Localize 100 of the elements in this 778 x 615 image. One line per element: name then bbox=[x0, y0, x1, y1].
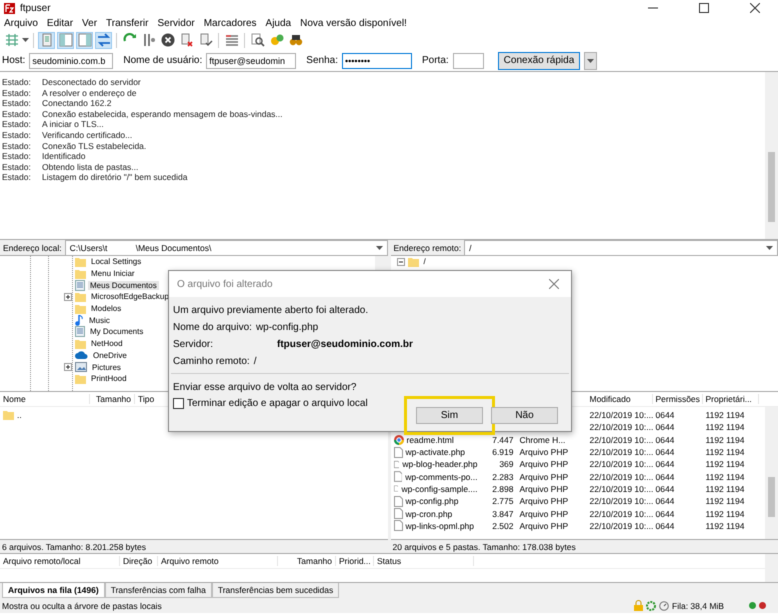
address-field[interactable]: C:\Users\t \Meus Documentos\ bbox=[64, 240, 388, 256]
maximize-icon[interactable] bbox=[699, 3, 709, 13]
menu-item[interactable]: Servidor bbox=[157, 18, 195, 28]
close-icon[interactable] bbox=[750, 3, 760, 13]
tree-item[interactable]: Modelos bbox=[89, 304, 124, 314]
tree-item[interactable]: PrintHood bbox=[89, 374, 129, 384]
file-size: 6.919 bbox=[492, 447, 514, 458]
host-field[interactable]: seudominio.com.b bbox=[29, 52, 114, 68]
file-type: Arquivo PHP bbox=[520, 496, 568, 506]
status-text: 20 arquivos e 5 pastas. Tamanho: 178.038 bytes bbox=[390, 539, 778, 553]
menu-item[interactable]: Nova versão disponível! bbox=[300, 18, 407, 28]
permissions: 0644 bbox=[656, 496, 674, 506]
disconnect-icon[interactable] bbox=[180, 33, 194, 47]
log-label: Estado: bbox=[2, 162, 32, 172]
tree-item[interactable]: / bbox=[422, 257, 428, 266]
dropdown-button[interactable] bbox=[584, 52, 598, 70]
search-icon[interactable] bbox=[250, 33, 264, 47]
menu-item[interactable]: Ajuda bbox=[266, 18, 292, 28]
owner: 1192 1194 bbox=[706, 447, 744, 458]
scrollbar[interactable] bbox=[765, 407, 778, 539]
owner: 1192 1194 bbox=[706, 459, 744, 470]
transfer-queue-icon[interactable] bbox=[96, 33, 110, 47]
tree-item[interactable]: My Documents bbox=[88, 327, 146, 336]
tree-item[interactable]: OneDrive bbox=[91, 350, 129, 360]
tab[interactable]: Transferências bem sucedidas bbox=[212, 583, 340, 598]
log-label: Estado: bbox=[2, 130, 32, 141]
cancel-icon[interactable] bbox=[160, 33, 174, 47]
tab[interactable]: Arquivos na fila (1496) bbox=[2, 583, 105, 598]
menu-item[interactable]: Transferir bbox=[106, 18, 148, 28]
log-label: Estado: bbox=[2, 151, 32, 162]
file-type: Arquivo PHP bbox=[520, 459, 568, 470]
expand-icon[interactable] bbox=[64, 292, 72, 301]
field-label: Caminho remoto: bbox=[173, 356, 250, 367]
dialog-button[interactable]: Sim bbox=[416, 407, 483, 424]
tree-item[interactable]: NetHood bbox=[89, 339, 125, 348]
dropdown-arrow-icon bbox=[766, 246, 773, 250]
owner: 1192 1194 bbox=[706, 496, 744, 506]
file-name: wp-activate.php bbox=[406, 447, 466, 458]
column-header[interactable]: Permissões bbox=[652, 394, 702, 404]
remote-tree-icon[interactable] bbox=[78, 33, 92, 47]
dialog-message: Um arquivo previamente aberto foi alterado. bbox=[173, 304, 370, 318]
message-log-icon[interactable] bbox=[40, 33, 54, 47]
collapse-icon[interactable] bbox=[396, 258, 404, 266]
column-header[interactable]: Arquivo remoto/local bbox=[0, 556, 120, 566]
directory-compare-icon[interactable] bbox=[224, 33, 238, 47]
tree-item[interactable]: Meus Documentos bbox=[88, 280, 159, 290]
site-manager-icon[interactable] bbox=[4, 33, 18, 47]
owner: 1192 1194 bbox=[706, 520, 744, 531]
column-header[interactable]: Arquivo remoto bbox=[158, 556, 278, 566]
queue-size: Fila: 38,4 MiB bbox=[672, 600, 725, 610]
password-field[interactable]: •••••••• bbox=[342, 52, 412, 68]
port-field[interactable] bbox=[452, 52, 484, 68]
address-field[interactable]: / bbox=[464, 240, 778, 256]
gauge-icon bbox=[659, 600, 669, 610]
menu-item[interactable]: Editar bbox=[46, 18, 74, 28]
column-header[interactable]: Direção bbox=[120, 556, 158, 566]
tab[interactable]: Transferências com falha bbox=[104, 583, 212, 598]
modified-date: 22/10/2019 10:... bbox=[590, 434, 654, 445]
permissions: 0644 bbox=[656, 484, 674, 494]
menu-item[interactable]: Marcadores bbox=[204, 18, 257, 28]
scrollbar[interactable] bbox=[765, 554, 778, 582]
tree-item[interactable]: MicrosoftEdgeBackup bbox=[89, 292, 171, 302]
modified-date: 22/10/2019 10:... bbox=[590, 447, 654, 458]
tree-item[interactable]: Pictures bbox=[90, 362, 123, 372]
file-type: Arquivo PHP bbox=[520, 484, 568, 494]
username-field[interactable]: ftpuser@seudomin bbox=[206, 52, 296, 68]
tree-item[interactable]: Local Settings bbox=[89, 257, 144, 266]
dialog-title: O arquivo foi alterado bbox=[177, 278, 273, 290]
column-header[interactable]: Nome bbox=[0, 394, 90, 404]
field-value: ftpuser@seudominio.com.br bbox=[277, 339, 413, 350]
log-label: Estado: bbox=[2, 108, 32, 120]
menu-item[interactable]: Ver bbox=[82, 18, 98, 28]
file-size: 369 bbox=[499, 459, 514, 470]
scrollbar[interactable] bbox=[765, 72, 778, 239]
column-header[interactable]: Tamanho bbox=[278, 556, 336, 566]
column-header[interactable]: Proprietári... bbox=[702, 394, 758, 404]
binoculars-icon[interactable] bbox=[288, 33, 302, 47]
column-header[interactable]: Modificado bbox=[586, 394, 652, 404]
menu-item[interactable]: Arquivo bbox=[4, 18, 38, 28]
column-header[interactable]: Status bbox=[374, 556, 474, 566]
log-message: Desconectado do servidor bbox=[42, 77, 141, 88]
tree-item[interactable]: Music bbox=[87, 316, 112, 325]
column-header[interactable]: Priorid... bbox=[336, 556, 374, 566]
column-header[interactable]: Tamanho bbox=[90, 394, 135, 404]
log-message: Conectando 162.2 bbox=[42, 98, 112, 109]
file-size: 2.898 bbox=[492, 484, 514, 494]
modified-date: 22/10/2019 10:... bbox=[590, 520, 654, 531]
file-size: 7.447 bbox=[492, 434, 514, 445]
local-tree-icon[interactable] bbox=[58, 33, 72, 47]
quickconnect-button[interactable]: Conexão rápida bbox=[498, 52, 580, 70]
reconnect-icon[interactable] bbox=[198, 33, 212, 47]
file-type: Arquivo PHP bbox=[520, 508, 568, 519]
window-title: ftpuser bbox=[20, 2, 52, 14]
permissions: 0644 bbox=[656, 508, 674, 519]
file-type: Arquivo PHP bbox=[520, 447, 568, 458]
expand-icon[interactable] bbox=[64, 363, 72, 372]
tree-item[interactable]: Menu Iniciar bbox=[89, 269, 137, 278]
log-message: Conexão estabelecida, esperando mensagem de boas-vindas... bbox=[42, 108, 283, 120]
dialog-button[interactable]: Não bbox=[491, 407, 558, 424]
log-label: Estado: bbox=[2, 98, 32, 109]
